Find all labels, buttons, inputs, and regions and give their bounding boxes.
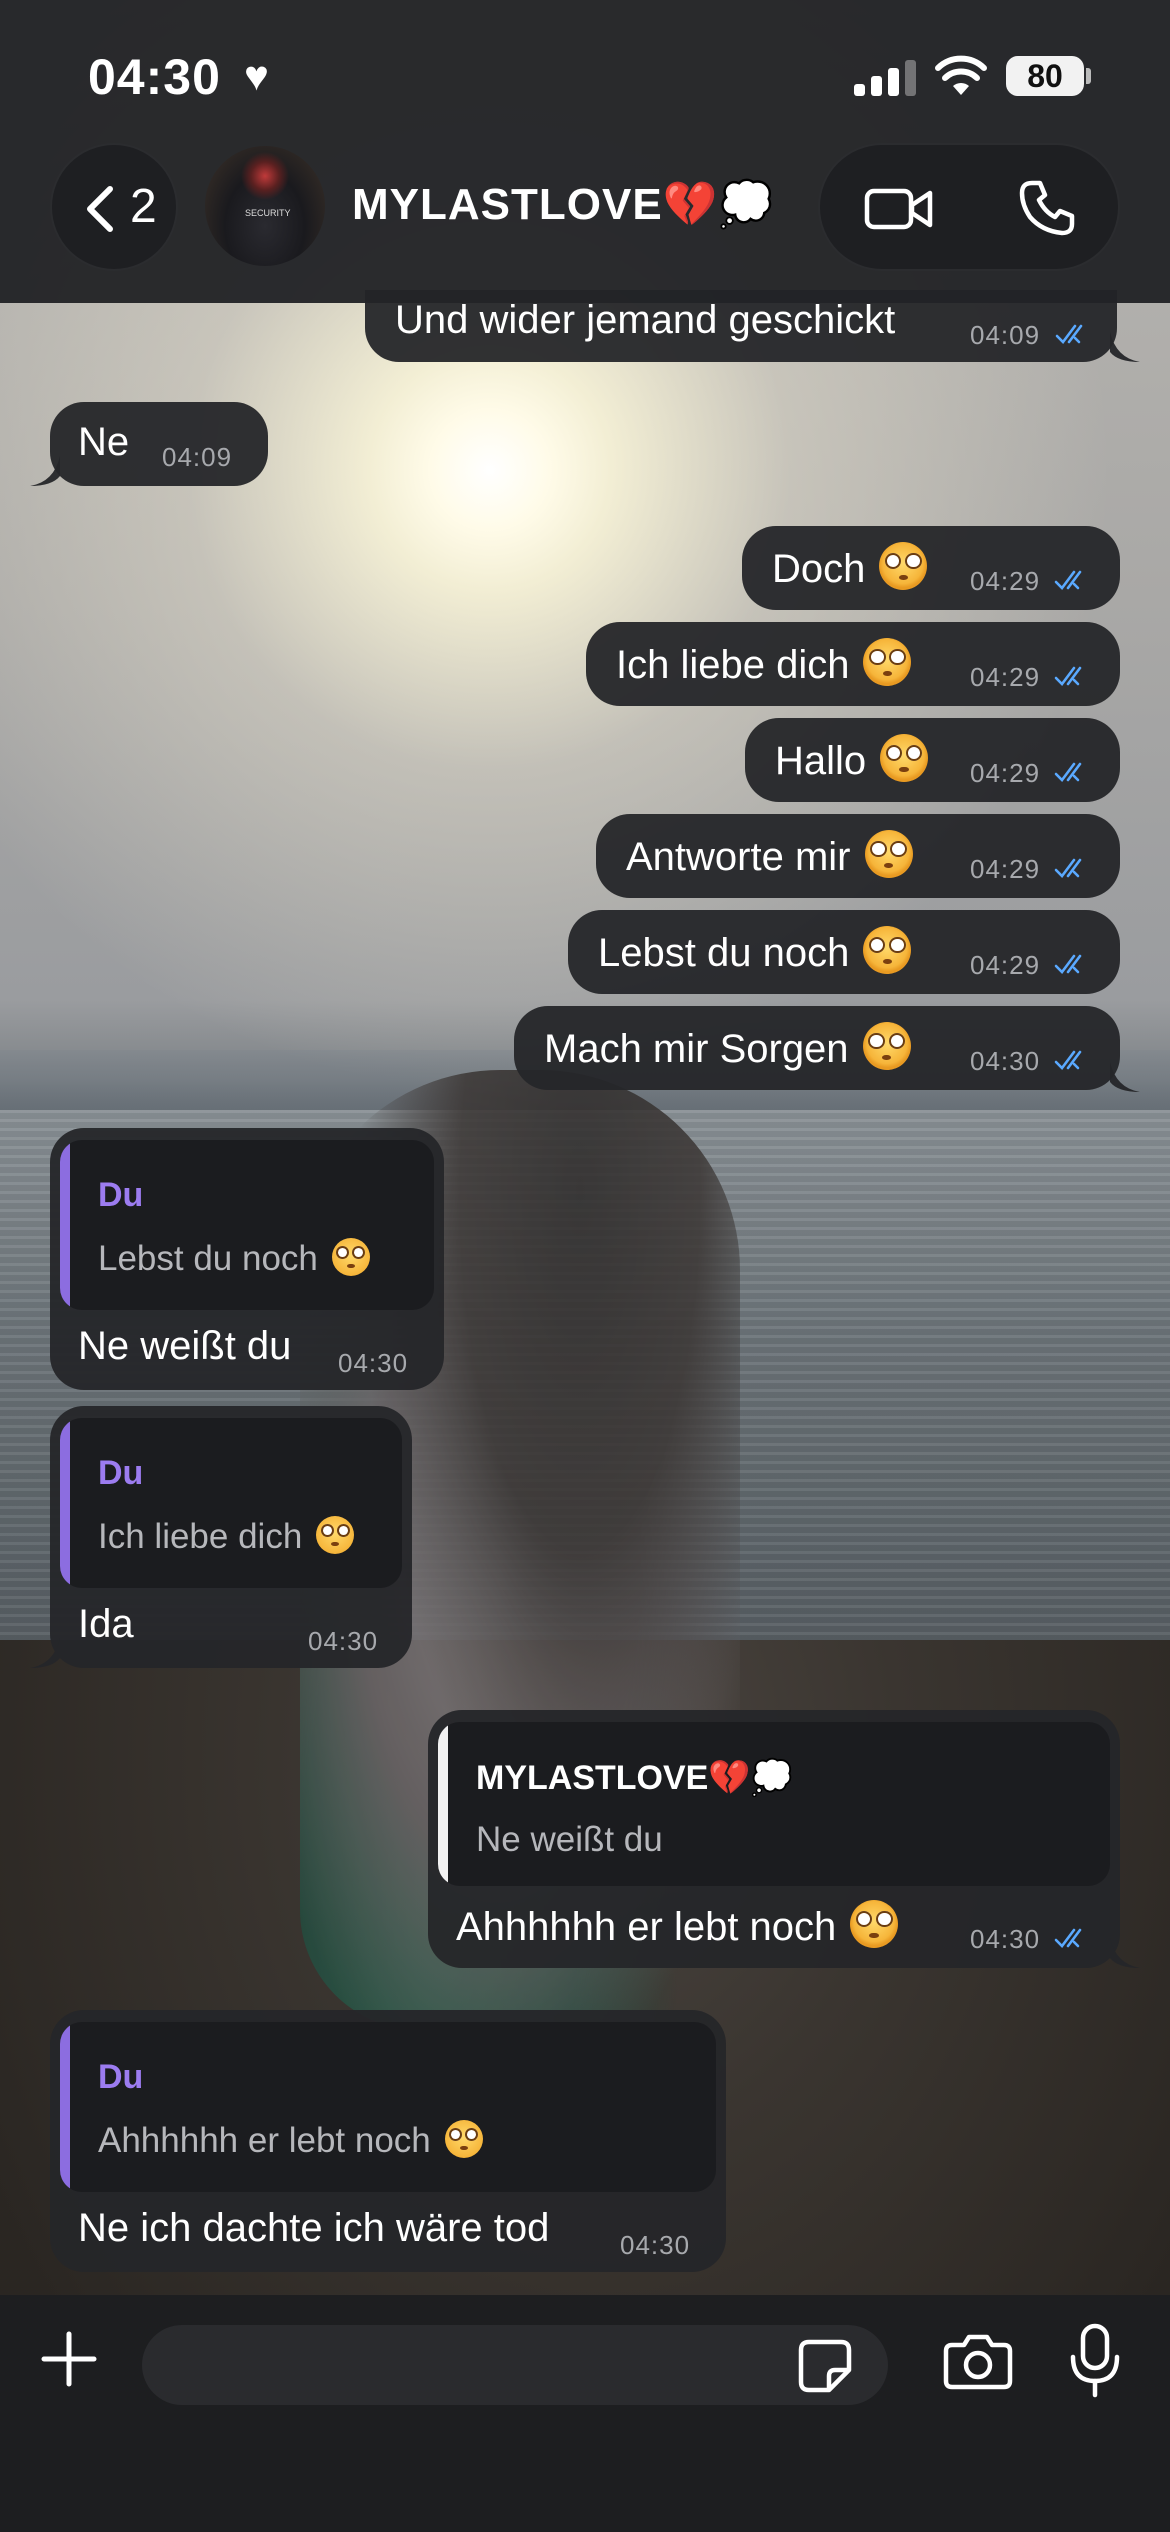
message-text: Ne ich dachte ich wäre tod	[78, 2206, 550, 2250]
reply-text: Ne weißt du	[476, 1820, 663, 1859]
back-button[interactable]: 2	[50, 143, 178, 271]
reply-quote[interactable]: Du Ich liebe dich	[60, 1418, 402, 1588]
battery-indicator: 80	[1006, 56, 1084, 96]
message-time: 04:30	[970, 1924, 1041, 1954]
message-time: 04:29	[970, 566, 1041, 596]
message-text: Lebst du noch	[598, 926, 912, 976]
message-time: 04:29	[970, 950, 1041, 980]
double-check-icon	[1054, 858, 1082, 878]
battery-cap	[1086, 68, 1091, 84]
flushed-face-emoji	[880, 734, 929, 782]
message-input[interactable]	[142, 2325, 888, 2405]
reply-quote[interactable]: MYLASTLOVE💔💭 Ne weißt du	[438, 1722, 1110, 1886]
reply-quote-bar	[60, 1418, 70, 1588]
microphone-icon[interactable]	[1066, 2323, 1124, 2399]
bubble-tail	[1110, 332, 1140, 362]
reply-author: MYLASTLOVE💔💭	[476, 1759, 794, 1797]
chat-title[interactable]: MYLASTLOVE💔💭	[352, 178, 774, 230]
message-text: Doch	[772, 542, 928, 592]
bubble-tail	[30, 456, 60, 486]
message-text: Ahhhhhh er lebt noch	[456, 1900, 899, 1950]
message-time: 04:30	[338, 1348, 409, 1378]
reply-author: Du	[98, 2058, 144, 2096]
double-check-icon	[1055, 324, 1083, 344]
message-outgoing[interactable]: Antworte mir 04:29	[596, 814, 1120, 898]
message-time: 04:29	[970, 854, 1041, 884]
message-outgoing[interactable]: Mach mir Sorgen 04:30	[514, 1006, 1120, 1090]
flushed-face-emoji	[863, 926, 912, 974]
avatar[interactable]: SECURITY	[205, 146, 325, 266]
bubble-tail	[1110, 1062, 1140, 1092]
message-text: Hallo	[775, 734, 929, 784]
status-bar: 04:30 ♥ 80	[0, 0, 1170, 150]
message-outgoing[interactable]: Lebst du noch 04:29	[568, 910, 1120, 994]
message-outgoing[interactable]: Ich liebe dich 04:29	[586, 622, 1120, 706]
flushed-face-emoji	[331, 1238, 370, 1276]
message-text: Antworte mir	[626, 830, 913, 880]
video-camera-icon[interactable]	[864, 183, 934, 235]
message-time: 04:09	[970, 320, 1041, 350]
reply-quote[interactable]: Du Lebst du noch	[60, 1140, 434, 1310]
message-time: 04:29	[970, 662, 1041, 692]
message-outgoing[interactable]: Hallo 04:29	[745, 718, 1120, 802]
call-actions	[818, 143, 1120, 271]
bubble-tail	[30, 1638, 60, 1668]
message-text: Mach mir Sorgen	[544, 1022, 911, 1072]
heart-icon: ♥	[244, 52, 269, 99]
double-check-icon	[1054, 570, 1082, 590]
double-check-icon	[1054, 1050, 1082, 1070]
reply-text: Ahhhhhh er lebt noch	[98, 2120, 483, 2161]
flushed-face-emoji	[850, 1900, 899, 1948]
unread-count: 2	[130, 180, 157, 233]
message-outgoing-reply[interactable]: MYLASTLOVE💔💭 Ne weißt du Ahhhhhh er lebt…	[428, 1710, 1120, 1968]
double-check-icon	[1054, 762, 1082, 782]
avatar-label: SECURITY	[245, 208, 291, 218]
reply-text: Ich liebe dich	[98, 1516, 355, 1557]
double-check-icon	[1054, 666, 1082, 686]
reply-quote-bar	[60, 1140, 70, 1310]
flushed-face-emoji	[316, 1516, 355, 1554]
flushed-face-emoji	[863, 638, 912, 686]
message-text: Und wider jemand geschickt	[395, 298, 896, 342]
message-text: Ida	[78, 1602, 134, 1646]
message-time: 04:30	[308, 1626, 379, 1656]
sticker-icon[interactable]	[797, 2338, 853, 2394]
phone-icon[interactable]	[1018, 179, 1076, 237]
message-incoming-reply[interactable]: Du Ahhhhhh er lebt noch Ne ich dachte ic…	[50, 2010, 726, 2272]
message-time: 04:29	[970, 758, 1041, 788]
bubble-tail	[1110, 1938, 1140, 1968]
status-time: 04:30	[88, 49, 221, 105]
reply-quote-bar	[438, 1722, 448, 1886]
wifi-icon	[935, 55, 987, 95]
message-time: 04:30	[970, 1046, 1041, 1076]
message-text: Ne weißt du	[78, 1324, 292, 1368]
message-outgoing[interactable]: Doch 04:29	[742, 526, 1120, 610]
flushed-face-emoji	[879, 542, 928, 590]
flushed-face-emoji	[862, 1022, 911, 1070]
flushed-face-emoji	[864, 830, 913, 878]
camera-icon[interactable]	[942, 2333, 1014, 2391]
message-time: 04:09	[162, 442, 233, 472]
input-bar	[0, 2295, 1170, 2532]
reply-text: Lebst du noch	[98, 1238, 370, 1279]
message-incoming[interactable]: Ne 04:09	[50, 402, 268, 486]
flushed-face-emoji	[444, 2120, 483, 2158]
message-text: Ne	[78, 420, 130, 464]
chat-header: 04:30 ♥ 80 2 SECURITY MYLASTLOVE💔💭	[0, 0, 1170, 303]
chevron-left-icon	[87, 186, 113, 232]
message-text: Ich liebe dich	[616, 638, 912, 688]
plus-icon[interactable]	[40, 2330, 98, 2388]
reply-quote-bar	[60, 2022, 70, 2192]
reply-author: Du	[98, 1454, 144, 1492]
message-incoming-reply[interactable]: Du Lebst du noch Ne weißt du 04:30	[50, 1128, 444, 1390]
reply-quote[interactable]: Du Ahhhhhh er lebt noch	[60, 2022, 716, 2192]
double-check-icon	[1054, 1928, 1082, 1948]
message-time: 04:30	[620, 2230, 691, 2260]
cellular-signal-icon	[854, 58, 916, 96]
reply-author: Du	[98, 1176, 144, 1214]
message-incoming-reply[interactable]: Du Ich liebe dich Ida 04:30	[50, 1406, 412, 1668]
double-check-icon	[1054, 954, 1082, 974]
